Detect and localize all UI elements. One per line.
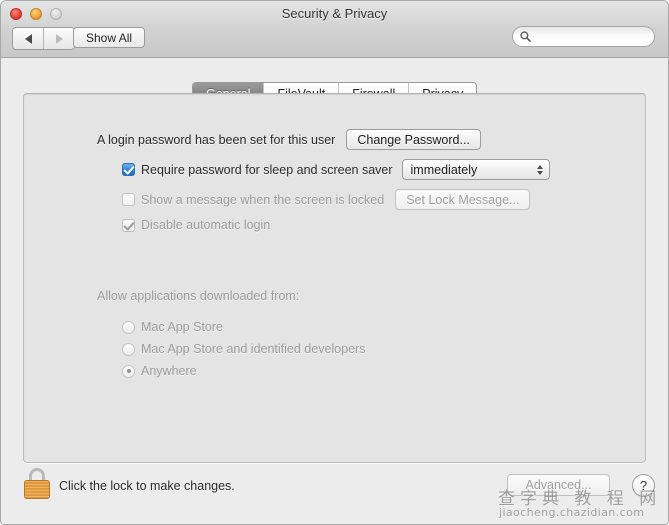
radio-mac-app-store-and-identified-developers [122,343,135,356]
footer-bar: Click the lock to make changes. Advanced… [1,461,668,524]
lock-message-label: Show a message when the screen is locked [141,193,384,207]
back-button[interactable] [13,28,43,49]
require-password-checkbox[interactable] [122,163,135,176]
chevron-right-icon [56,34,63,44]
require-password-row: Require password for sleep and screen sa… [122,159,550,180]
lock-closed-icon[interactable] [24,468,50,499]
login-password-row: A login password has been set for this u… [97,129,481,150]
gatekeeper-heading-row: Allow applications downloaded from: [97,289,299,303]
advanced-button[interactable]: Advanced... [507,474,610,496]
set-lock-message-button: Set Lock Message... [395,189,530,210]
disable-auto-login-row: Disable automatic login [122,218,270,232]
login-password-status: A login password has been set for this u… [97,133,335,147]
lock-message-row: Show a message when the screen is locked… [122,189,530,210]
lock-message-checkbox [122,193,135,206]
change-password-button[interactable]: Change Password... [346,129,481,150]
disable-auto-login-label: Disable automatic login [141,218,270,232]
radio-label: Mac App Store and identified developers [141,342,365,356]
search-icon [520,31,531,42]
show-all-button[interactable]: Show All [73,27,145,48]
general-settings-panel: A login password has been set for this u… [23,93,646,463]
search-field[interactable] [512,26,655,47]
chevron-left-icon [25,34,32,44]
require-password-label: Require password for sleep and screen sa… [141,163,393,177]
radio-label: Anywhere [141,364,197,378]
preference-body: General FileVault Firewall Privacy A log… [1,58,668,524]
password-delay-popup[interactable]: immediately [402,159,550,180]
page-title: Security & Privacy [1,6,668,21]
checkmark-icon [123,163,134,174]
navigation-buttons [12,27,75,50]
disable-auto-login-checkbox [122,219,135,232]
radio-anywhere [122,365,135,378]
gatekeeper-option-anywhere: Anywhere [122,364,197,378]
forward-button [43,28,74,49]
radio-selected-dot-icon [127,369,131,373]
radio-mac-app-store [122,321,135,334]
lock-hint-text: Click the lock to make changes. [59,479,235,493]
search-input[interactable] [535,30,649,44]
checkmark-icon [123,219,134,230]
gatekeeper-option-mac-app-store: Mac App Store [122,320,223,334]
gatekeeper-option-identified-developers: Mac App Store and identified developers [122,342,365,356]
window-titlebar: Security & Privacy Show All [1,1,668,58]
gatekeeper-heading: Allow applications downloaded from: [97,289,299,303]
password-delay-value: immediately [411,163,478,177]
stepper-arrows-icon [537,160,543,179]
security-privacy-window: Security & Privacy Show All General File… [0,0,669,525]
radio-label: Mac App Store [141,320,223,334]
help-button[interactable]: ? [632,474,655,497]
